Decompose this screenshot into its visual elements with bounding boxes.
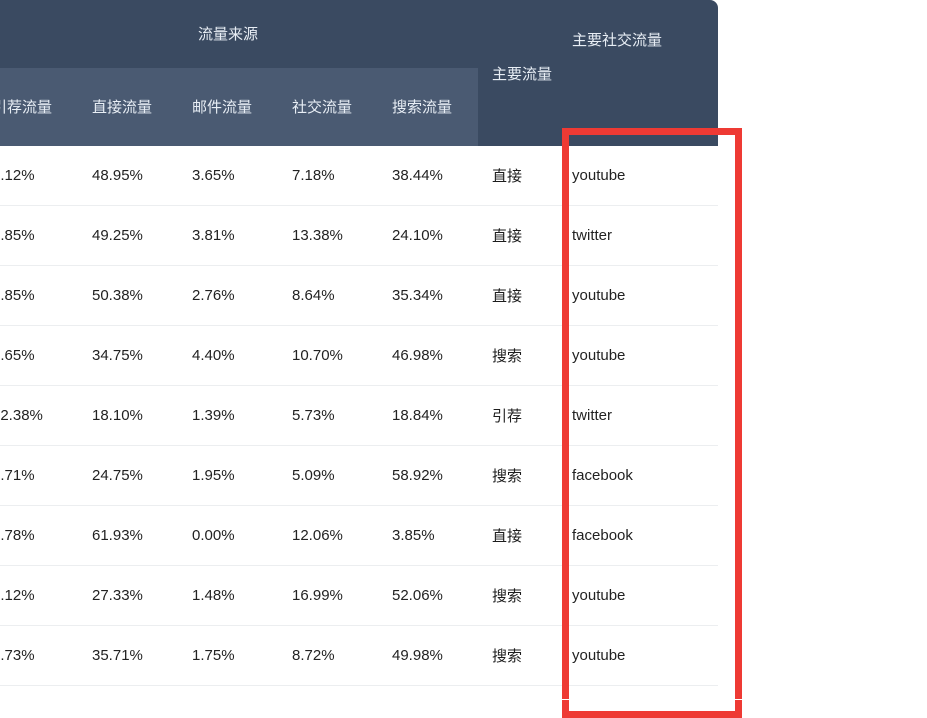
table-body: 1.12%48.95%3.65%7.18%38.44%直接youtube8.85… <box>0 146 718 700</box>
traffic-sources-table: 流量来源 主要流量 主要社交流量 引荐流量 直接流量 邮件流量 社交流量 搜索流… <box>0 0 718 700</box>
cell-email-traffic: 0.00% <box>178 505 278 566</box>
column-header-email-traffic[interactable]: 邮件流量 <box>178 67 278 146</box>
cell-main-social-traffic: youtube <box>558 146 718 206</box>
cell-main-social-traffic: facebook <box>558 445 718 506</box>
table-row[interactable]: 23.77%46.86%4.85%6.70%17.65%直接youtube <box>0 685 718 700</box>
cell-referral-traffic: 0.78% <box>0 505 78 566</box>
cell-main-social-traffic: twitter <box>558 385 718 446</box>
table-header: 流量来源 主要流量 主要社交流量 引荐流量 直接流量 邮件流量 社交流量 搜索流… <box>0 0 718 146</box>
cell-main-traffic: 直接 <box>478 146 559 206</box>
cell-direct-traffic: 24.75% <box>78 445 178 506</box>
table-row[interactable]: 0.78%61.93%0.00%12.06%3.85%直接facebook <box>0 505 718 566</box>
table-scroll-content: 流量来源 主要流量 主要社交流量 引荐流量 直接流量 邮件流量 社交流量 搜索流… <box>0 0 718 700</box>
cell-email-traffic: 3.81% <box>178 205 278 266</box>
cell-main-traffic: 搜索 <box>478 445 559 506</box>
cell-referral-traffic: 2.12% <box>0 565 78 626</box>
table-header-group-row: 流量来源 主要流量 主要社交流量 <box>0 0 718 146</box>
cell-main-traffic: 直接 <box>478 265 559 326</box>
cell-direct-traffic: 50.38% <box>78 265 178 326</box>
cell-search-traffic: 18.84% <box>378 385 479 446</box>
cell-direct-traffic: 46.86% <box>78 685 178 700</box>
cell-search-traffic: 17.65% <box>378 685 479 700</box>
cell-direct-traffic: 35.71% <box>78 625 178 686</box>
cell-direct-traffic: 61.93% <box>78 505 178 566</box>
table-row[interactable]: 2.85%50.38%2.76%8.64%35.34%直接youtube <box>0 265 718 326</box>
cell-search-traffic: 58.92% <box>378 445 479 506</box>
cell-direct-traffic: 48.95% <box>78 146 178 206</box>
cell-main-traffic: 直接 <box>478 505 559 566</box>
cell-search-traffic: 49.98% <box>378 625 479 686</box>
cell-social-traffic: 8.64% <box>278 265 378 326</box>
cell-search-traffic: 52.06% <box>378 565 479 626</box>
cell-referral-traffic: 3.73% <box>0 625 78 686</box>
cell-social-traffic: 5.73% <box>278 385 378 446</box>
cell-main-traffic: 搜索 <box>478 565 559 626</box>
column-header-main-social-traffic[interactable]: 主要社交流量 <box>558 0 718 146</box>
column-group-traffic-sources[interactable]: 流量来源 <box>0 0 479 68</box>
cell-search-traffic: 3.85% <box>378 505 479 566</box>
table-row[interactable]: 52.38%18.10%1.39%5.73%18.84%引荐twitter <box>0 385 718 446</box>
cell-direct-traffic: 34.75% <box>78 325 178 386</box>
screenshot-root: 流量来源 主要流量 主要社交流量 引荐流量 直接流量 邮件流量 社交流量 搜索流… <box>0 0 927 718</box>
cell-direct-traffic: 18.10% <box>78 385 178 446</box>
cell-email-traffic: 3.65% <box>178 146 278 206</box>
cell-social-traffic: 6.70% <box>278 685 378 700</box>
cell-direct-traffic: 27.33% <box>78 565 178 626</box>
cell-email-traffic: 4.40% <box>178 325 278 386</box>
table-row[interactable]: 1.12%48.95%3.65%7.18%38.44%直接youtube <box>0 146 718 206</box>
cell-referral-traffic: 23.77% <box>0 685 78 700</box>
table-row[interactable]: 1.71%24.75%1.95%5.09%58.92%搜索facebook <box>0 445 718 506</box>
cell-social-traffic: 13.38% <box>278 205 378 266</box>
table-row[interactable]: 1.65%34.75%4.40%10.70%46.98%搜索youtube <box>0 325 718 386</box>
cell-main-traffic: 搜索 <box>478 325 559 386</box>
cell-email-traffic: 1.95% <box>178 445 278 506</box>
cell-referral-traffic: 52.38% <box>0 385 78 446</box>
table-scroll-viewport[interactable]: 流量来源 主要流量 主要社交流量 引荐流量 直接流量 邮件流量 社交流量 搜索流… <box>0 0 718 700</box>
cell-referral-traffic: 8.85% <box>0 205 78 266</box>
cell-email-traffic: 1.75% <box>178 625 278 686</box>
cell-email-traffic: 1.39% <box>178 385 278 446</box>
cell-main-social-traffic: facebook <box>558 505 718 566</box>
cell-search-traffic: 24.10% <box>378 205 479 266</box>
column-header-direct-traffic[interactable]: 直接流量 <box>78 67 178 146</box>
cell-main-traffic: 搜索 <box>478 625 559 686</box>
cell-referral-traffic: 1.12% <box>0 146 78 206</box>
cell-referral-traffic: 2.85% <box>0 265 78 326</box>
cell-main-social-traffic: youtube <box>558 565 718 626</box>
cell-email-traffic: 2.76% <box>178 265 278 326</box>
cell-main-traffic: 直接 <box>478 685 559 700</box>
cell-main-social-traffic: youtube <box>558 325 718 386</box>
cell-search-traffic: 35.34% <box>378 265 479 326</box>
cell-social-traffic: 16.99% <box>278 565 378 626</box>
cell-main-social-traffic: youtube <box>558 265 718 326</box>
table-row[interactable]: 2.12%27.33%1.48%16.99%52.06%搜索youtube <box>0 565 718 626</box>
column-header-social-traffic[interactable]: 社交流量 <box>278 67 378 146</box>
cell-referral-traffic: 1.71% <box>0 445 78 506</box>
cell-social-traffic: 12.06% <box>278 505 378 566</box>
cell-main-social-traffic: youtube <box>558 625 718 686</box>
cell-referral-traffic: 1.65% <box>0 325 78 386</box>
cell-direct-traffic: 49.25% <box>78 205 178 266</box>
cell-email-traffic: 1.48% <box>178 565 278 626</box>
table-row[interactable]: 8.85%49.25%3.81%13.38%24.10%直接twitter <box>0 205 718 266</box>
cell-social-traffic: 10.70% <box>278 325 378 386</box>
cell-social-traffic: 8.72% <box>278 625 378 686</box>
cell-email-traffic: 4.85% <box>178 685 278 700</box>
column-header-referral-traffic[interactable]: 引荐流量 <box>0 67 78 146</box>
cell-main-traffic: 直接 <box>478 205 559 266</box>
cell-social-traffic: 7.18% <box>278 146 378 206</box>
cell-main-social-traffic: youtube <box>558 685 718 700</box>
column-header-search-traffic[interactable]: 搜索流量 <box>378 67 479 146</box>
cell-social-traffic: 5.09% <box>278 445 378 506</box>
cell-main-traffic: 引荐 <box>478 385 559 446</box>
cell-main-social-traffic: twitter <box>558 205 718 266</box>
column-header-main-traffic[interactable]: 主要流量 <box>478 0 559 146</box>
table-row[interactable]: 3.73%35.71%1.75%8.72%49.98%搜索youtube <box>0 625 718 686</box>
cell-search-traffic: 38.44% <box>378 146 479 206</box>
cell-search-traffic: 46.98% <box>378 325 479 386</box>
